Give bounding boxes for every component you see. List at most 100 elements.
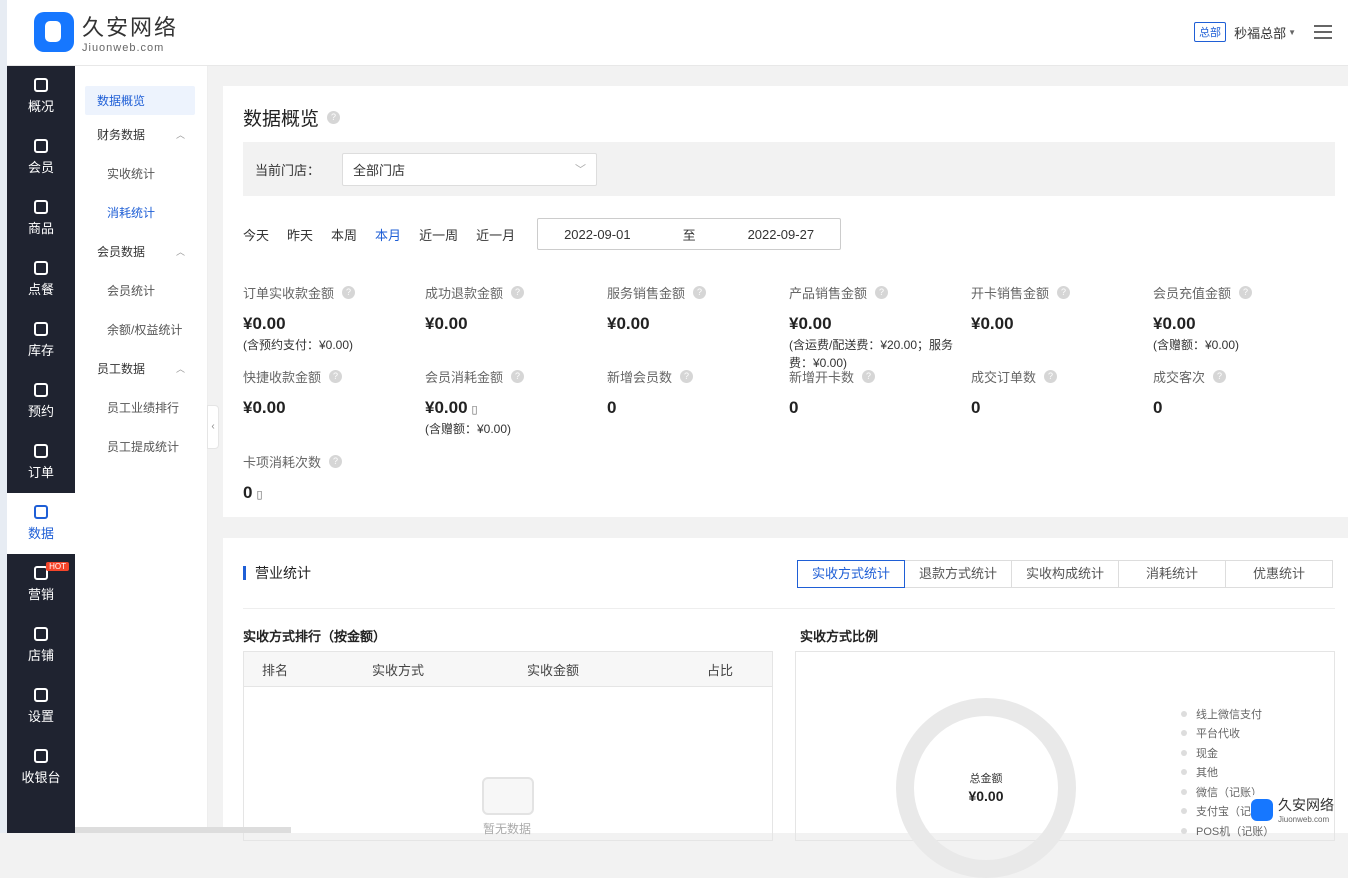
help-icon[interactable]: ? bbox=[693, 286, 707, 299]
period-filter: 今天 昨天 本周 本月 近一周 近一月 2022-09-01 至 2022-09… bbox=[243, 218, 842, 250]
nav-overview[interactable]: 概况 bbox=[7, 66, 75, 127]
nav-data[interactable]: 数据 bbox=[7, 493, 75, 554]
subnav-consumption-stats[interactable]: 消耗统计 bbox=[75, 193, 207, 232]
period-this-month[interactable]: 本月 bbox=[375, 225, 401, 244]
caret-down-icon[interactable]: ▼ bbox=[1288, 28, 1296, 37]
logo-icon bbox=[1251, 798, 1273, 821]
tab-refund-method[interactable]: 退款方式统计 bbox=[904, 560, 1012, 588]
help-icon[interactable]: ? bbox=[342, 286, 356, 299]
col-ratio: 占比 bbox=[707, 662, 734, 678]
subnav-group-staff[interactable]: 员工数据 ︿ bbox=[75, 349, 207, 388]
date-end[interactable]: 2022-09-27 bbox=[748, 227, 815, 242]
empty-inbox-icon bbox=[482, 777, 534, 815]
user-menu[interactable]: 秒福总部 bbox=[1234, 23, 1286, 42]
subnav-balance-stats[interactable]: 余额/权益统计 bbox=[75, 310, 207, 349]
stat-product-sales: 产品销售金额? ¥0.00 (含运费/配送费：¥20.00；服务费：¥0.00) bbox=[789, 286, 954, 370]
subnav-group-finance[interactable]: 财务数据 ︿ bbox=[75, 115, 207, 154]
cloche-icon bbox=[34, 261, 48, 275]
hot-badge: HOT bbox=[46, 562, 69, 571]
crown-icon bbox=[34, 139, 48, 153]
subnav-member-stats[interactable]: 会员统计 bbox=[75, 271, 207, 310]
legend-item[interactable]: 现金 bbox=[1181, 743, 1274, 763]
chevron-up-icon: ︿ bbox=[175, 247, 185, 257]
top-bar: 久安网络 Jiuonweb.com 总部 秒福总部 ▼ bbox=[7, 0, 1348, 66]
tab-received-composition[interactable]: 实收构成统计 bbox=[1011, 560, 1119, 588]
store-select[interactable]: 全部门店 ﹀ bbox=[342, 152, 598, 186]
nav-goods[interactable]: 商品 bbox=[7, 188, 75, 249]
help-icon[interactable]: ? bbox=[1044, 370, 1058, 383]
sub-nav: 数据概览 财务数据 ︿ 实收统计 消耗统计 会员数据 ︿ 会员统计 余额/权益统计 … bbox=[75, 66, 208, 833]
col-amount: 实收金额 bbox=[527, 662, 580, 678]
divider bbox=[243, 608, 1335, 609]
collapse-sidebar-button[interactable]: ‹ bbox=[207, 405, 219, 449]
nav-member[interactable]: 会员 bbox=[7, 127, 75, 188]
brand-logo[interactable]: 久安网络 Jiuonweb.com bbox=[34, 10, 178, 54]
cashier-icon bbox=[34, 749, 48, 763]
help-icon[interactable]: ? bbox=[511, 286, 525, 299]
horizontal-scrollbar[interactable] bbox=[75, 827, 291, 833]
date-range-picker[interactable]: 2022-09-01 至 2022-09-27 bbox=[537, 218, 842, 250]
main-nav: 概况 会员 商品 点餐 库存 预约 订单 数据 HOT 营销 店铺 设置 收银台 bbox=[7, 66, 75, 833]
ratio-title: 实收方式比例 bbox=[800, 629, 879, 644]
stat-member-recharge: 会员充值金额? ¥0.00 (含赠额：¥0.00) bbox=[1153, 283, 1333, 354]
stat-new-members: 新增会员数? 0 bbox=[607, 367, 787, 418]
nav-settings[interactable]: 设置 bbox=[7, 676, 75, 737]
subnav-staff-ranking[interactable]: 员工业绩排行 bbox=[75, 388, 207, 427]
subnav-received-stats[interactable]: 实收统计 bbox=[75, 154, 207, 193]
legend-item[interactable]: 线上微信支付 bbox=[1181, 704, 1274, 724]
period-today[interactable]: 今天 bbox=[243, 225, 269, 244]
nav-orders[interactable]: 订单 bbox=[7, 432, 75, 493]
nav-shop[interactable]: 店铺 bbox=[7, 615, 75, 676]
help-icon[interactable]: ? bbox=[329, 370, 343, 383]
help-icon[interactable]: ? bbox=[329, 455, 343, 468]
calendar-check-icon bbox=[34, 383, 48, 397]
help-icon[interactable]: ? bbox=[327, 111, 341, 124]
brand-name: 久安网络 bbox=[82, 16, 179, 41]
legend-item[interactable]: 其他 bbox=[1181, 763, 1274, 783]
chevron-up-icon: ︿ bbox=[175, 364, 185, 374]
empty-text: 暂无数据 bbox=[483, 822, 532, 836]
table-header: 排名 实收方式 实收金额 占比 bbox=[244, 652, 772, 687]
tab-consumption[interactable]: 消耗统计 bbox=[1118, 560, 1226, 588]
help-icon[interactable]: ? bbox=[1239, 286, 1253, 299]
clipboard-icon bbox=[34, 444, 48, 458]
stat-deal-orders: 成交订单数? 0 bbox=[971, 367, 1151, 418]
help-icon[interactable]: ? bbox=[875, 286, 889, 299]
stat-deal-customers: 成交客次? 0 bbox=[1153, 367, 1333, 418]
period-this-week[interactable]: 本周 bbox=[331, 225, 357, 244]
nav-marketing[interactable]: HOT 营销 bbox=[7, 554, 75, 615]
col-method: 实收方式 bbox=[372, 662, 425, 678]
nav-inventory[interactable]: 库存 bbox=[7, 310, 75, 371]
tab-received-method[interactable]: 实收方式统计 bbox=[797, 560, 905, 588]
date-start[interactable]: 2022-09-01 bbox=[564, 227, 631, 242]
nav-cashier[interactable]: 收银台 bbox=[7, 737, 75, 798]
menu-icon[interactable] bbox=[1314, 25, 1332, 39]
help-icon[interactable]: ? bbox=[680, 370, 694, 383]
nav-booking[interactable]: 预约 bbox=[7, 371, 75, 432]
detail-icon[interactable]: ▯ bbox=[256, 489, 262, 501]
subnav-data-overview[interactable]: 数据概览 bbox=[85, 86, 195, 115]
store-label: 当前门店： bbox=[255, 162, 321, 178]
tab-discount[interactable]: 优惠统计 bbox=[1225, 560, 1333, 588]
nav-order-food[interactable]: 点餐 bbox=[7, 249, 75, 310]
period-yesterday[interactable]: 昨天 bbox=[287, 225, 313, 244]
subnav-staff-commission[interactable]: 员工提成统计 bbox=[75, 427, 207, 466]
stat-refund: 成功退款金额? ¥0.00 bbox=[425, 283, 605, 334]
stat-card-consumption-count: 卡项消耗次数? 0 ▯ bbox=[243, 452, 423, 503]
help-icon[interactable]: ? bbox=[511, 370, 525, 383]
inventory-icon bbox=[34, 322, 48, 336]
help-icon[interactable]: ? bbox=[1057, 286, 1071, 299]
help-icon[interactable]: ? bbox=[862, 370, 876, 383]
rank-table: 排名 实收方式 实收金额 占比 暂无数据 bbox=[243, 651, 773, 841]
chevron-up-icon: ︿ bbox=[175, 130, 185, 140]
stat-order-received: 订单实收款金额? ¥0.00 (含预约支付：¥0.00) bbox=[243, 286, 356, 352]
period-last-week[interactable]: 近一周 bbox=[419, 225, 458, 244]
watermark-logo: 久安网络 Jiuonweb.com bbox=[1251, 795, 1334, 824]
stat-service-sales: 服务销售金额? ¥0.00 bbox=[607, 283, 787, 334]
detail-icon[interactable]: ▯ bbox=[472, 404, 478, 416]
date-separator: 至 bbox=[682, 227, 696, 243]
period-last-month[interactable]: 近一月 bbox=[476, 225, 515, 244]
subnav-group-member[interactable]: 会员数据 ︿ bbox=[75, 232, 207, 271]
legend-item[interactable]: 平台代收 bbox=[1181, 724, 1274, 744]
help-icon[interactable]: ? bbox=[1213, 370, 1227, 383]
